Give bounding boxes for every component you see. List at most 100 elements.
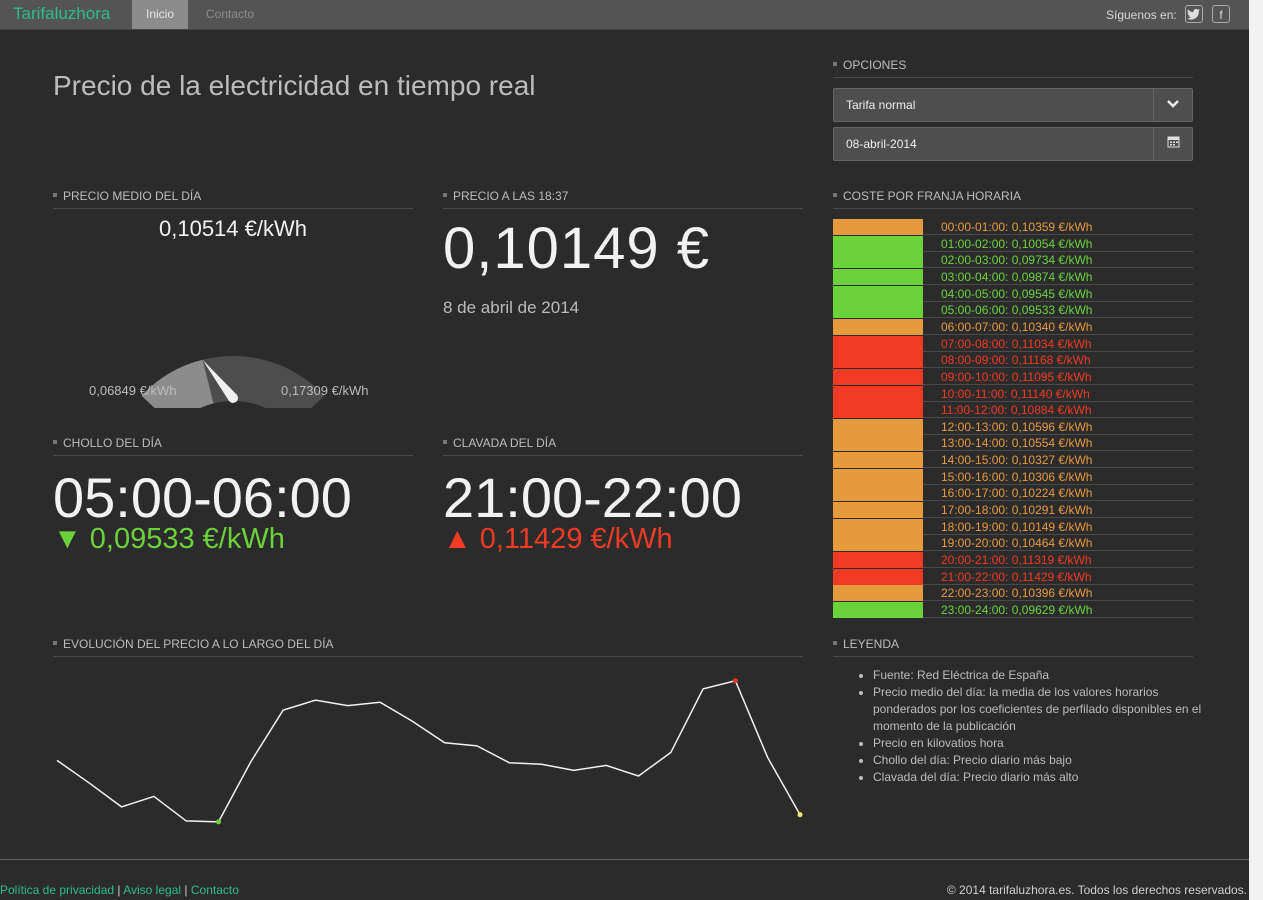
- legend-list: Fuente: Red Eléctrica de España Precio m…: [855, 667, 1213, 786]
- hourly-row: 05:00-06:00: 0,09533 €/kWh: [833, 302, 1193, 319]
- arrow-down-icon: ▼: [53, 523, 82, 555]
- gauge-max-label: 0,17309 €/kWh: [281, 383, 369, 398]
- hourly-label: 06:00-07:00: 0,10340 €/kWh: [941, 319, 1093, 334]
- avg-price-value: 0,10514 €/kWh: [159, 216, 307, 241]
- hourly-swatch: [833, 485, 923, 502]
- tariff-value: Tarifa normal: [846, 98, 916, 112]
- follow-label: Síguenos en:: [1106, 8, 1177, 22]
- page-title: Precio de la electricidad en tiempo real: [53, 70, 536, 101]
- nav-inicio[interactable]: Inicio: [132, 0, 189, 29]
- top-navbar: Tarifaluzhora Inicio Contacto Síguenos e…: [0, 0, 1249, 30]
- privacy-link[interactable]: Política de privacidad: [0, 883, 114, 897]
- hourly-row: 07:00-08:00: 0,11034 €/kWh: [833, 335, 1193, 352]
- legend-item: Chollo del día: Precio diario más bajo: [873, 752, 1213, 769]
- price-line: [56, 679, 801, 823]
- hourly-label: 23:00-24:00: 0,09629 €/kWh: [941, 602, 1093, 617]
- copyright: © 2014 tarifaluzhora.es. Todos los derec…: [946, 883, 1247, 897]
- hourly-swatch: [833, 285, 923, 302]
- hourly-row: 13:00-14:00: 0,10554 €/kWh: [833, 435, 1193, 452]
- priciest-price-value: 0,11429 €/kWh: [479, 523, 673, 555]
- hourly-row: 17:00-18:00: 0,10291 €/kWh: [833, 502, 1193, 519]
- cheapest-price-value: 0,09533 €/kWh: [89, 523, 285, 555]
- avg-heading: PRECIO MEDIO DEL DÍA: [53, 188, 413, 209]
- hourly-swatch: [833, 352, 923, 369]
- cheapest-range: 05:00-06:00: [53, 466, 352, 529]
- page-edge: [1249, 0, 1263, 900]
- arrow-up-icon: ▲: [443, 523, 472, 555]
- hourly-label: 10:00-11:00: 0,11140 €/kWh: [941, 386, 1090, 401]
- hourly-swatch: [833, 402, 923, 419]
- gauge-min-label: 0,06849 €/kWh: [89, 383, 177, 398]
- priciest-heading: CLAVADA DEL DÍA: [443, 435, 803, 456]
- date-picker[interactable]: 08-abril-2014: [833, 127, 1193, 161]
- legend-item: Precio en kilovatios hora: [873, 735, 1213, 752]
- hourly-swatch: [833, 568, 923, 585]
- hourly-row: 04:00-05:00: 0,09545 €/kWh: [833, 285, 1193, 302]
- hourly-label: 20:00-21:00: 0,11319 €/kWh: [941, 553, 1092, 567]
- max-point: [732, 678, 738, 684]
- brand-logo[interactable]: Tarifaluzhora: [13, 4, 110, 24]
- hourly-row: 19:00-20:00: 0,10464 €/kWh: [833, 535, 1193, 552]
- hourly-swatch: [833, 468, 923, 485]
- legend-heading: LEYENDA: [833, 636, 1193, 657]
- hourly-swatch: [833, 435, 923, 452]
- hourly-label: 05:00-06:00: 0,09533 €/kWh: [941, 303, 1093, 318]
- hourly-row: 09:00-10:00: 0,11095 €/kWh: [833, 368, 1193, 385]
- facebook-icon[interactable]: f: [1212, 5, 1230, 23]
- footer-separator: |: [184, 883, 188, 897]
- nav-contacto[interactable]: Contacto: [192, 0, 268, 29]
- hourly-label: 18:00-19:00: 0,10149 €/kWh: [941, 519, 1093, 534]
- hourly-row: 21:00-22:00: 0,11429 €/kWh: [833, 568, 1193, 585]
- hourly-label: 11:00-12:00: 0,10884 €/kWh: [941, 403, 1092, 418]
- hourly-swatch: [833, 318, 923, 335]
- cheapest-heading: CHOLLO DEL DÍA: [53, 435, 413, 456]
- hourly-swatch: [833, 535, 923, 552]
- options-heading: OPCIONES: [833, 57, 1193, 78]
- hourly-label: 02:00-03:00: 0,09734 €/kWh: [941, 253, 1093, 268]
- hourly-swatch: [833, 235, 923, 252]
- hourly-row: 10:00-11:00: 0,11140 €/kWh: [833, 385, 1193, 402]
- hourly-swatch: [833, 219, 923, 235]
- hourly-label: 04:00-05:00: 0,09545 €/kWh: [941, 286, 1093, 301]
- hourly-row: 01:00-02:00: 0,10054 €/kWh: [833, 235, 1193, 252]
- hourly-heading: COSTE POR FRANJA HORARIA: [833, 188, 1193, 209]
- hourly-label: 16:00-17:00: 0,10224 €/kWh: [941, 486, 1093, 501]
- hourly-swatch: [833, 601, 923, 618]
- legend-item: Fuente: Red Eléctrica de España: [873, 667, 1213, 684]
- priciest-price: ▲ 0,11429 €/kWh: [443, 523, 673, 556]
- hourly-label: 08:00-09:00: 0,11168 €/kWh: [941, 353, 1091, 368]
- hourly-label: 09:00-10:00: 0,11095 €/kWh: [941, 369, 1092, 384]
- hourly-swatch: [833, 452, 923, 469]
- hourly-swatch: [833, 585, 923, 602]
- hourly-label: 15:00-16:00: 0,10306 €/kWh: [941, 469, 1093, 484]
- hourly-label: 03:00-04:00: 0,09874 €/kWh: [941, 269, 1093, 284]
- legend-item: Precio medio del día: la media de los va…: [873, 684, 1213, 735]
- hourly-row: 20:00-21:00: 0,11319 €/kWh: [833, 552, 1193, 568]
- hourly-label: 12:00-13:00: 0,10596 €/kWh: [941, 419, 1093, 434]
- priciest-range: 21:00-22:00: [443, 466, 742, 529]
- hourly-row: 23:00-24:00: 0,09629 €/kWh: [833, 601, 1193, 618]
- hourly-row: 03:00-04:00: 0,09874 €/kWh: [833, 268, 1193, 285]
- hourly-label: 14:00-15:00: 0,10327 €/kWh: [941, 453, 1093, 468]
- twitter-icon[interactable]: [1185, 5, 1203, 23]
- footer-divider: [0, 859, 1249, 860]
- current-price-value: 0,10149 €: [443, 216, 711, 281]
- hourly-label: 19:00-20:00: 0,10464 €/kWh: [941, 536, 1093, 551]
- hourly-label: 21:00-22:00: 0,11429 €/kWh: [941, 569, 1092, 584]
- gauge-hub: [228, 393, 238, 403]
- tariff-select[interactable]: Tarifa normal: [833, 88, 1193, 122]
- chevron-down-icon[interactable]: [1153, 89, 1192, 121]
- legal-link[interactable]: Aviso legal: [123, 883, 181, 897]
- date-value: 08-abril-2014: [846, 137, 917, 151]
- contact-link[interactable]: Contacto: [191, 883, 239, 897]
- hourly-swatch: [833, 252, 923, 269]
- hourly-swatch: [833, 368, 923, 385]
- hourly-row: 08:00-09:00: 0,11168 €/kWh: [833, 352, 1193, 369]
- footer-links: Política de privacidad | Aviso legal | C…: [0, 883, 239, 897]
- current-heading: PRECIO A LAS 18:37: [443, 188, 803, 209]
- hourly-swatch: [833, 385, 923, 402]
- calendar-icon[interactable]: [1153, 128, 1192, 160]
- hourly-row: 12:00-13:00: 0,10596 €/kWh: [833, 418, 1193, 435]
- evolution-heading: EVOLUCIÓN DEL PRECIO A LO LARGO DEL DÍA: [53, 636, 803, 657]
- hourly-label: 07:00-08:00: 0,11034 €/kWh: [941, 336, 1092, 351]
